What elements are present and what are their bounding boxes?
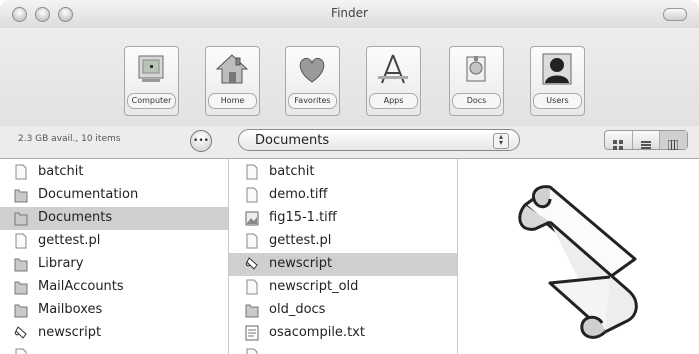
list-item-label: newscript	[38, 325, 102, 340]
preview-column	[458, 159, 699, 354]
document-icon	[14, 348, 28, 354]
list-item-label: fig15-1.tiff	[269, 210, 337, 225]
computer-icon	[138, 55, 164, 82]
document-icon	[14, 164, 28, 180]
list-item[interactable]: gettest.pl	[0, 230, 228, 253]
document-icon	[14, 233, 28, 249]
view-mode-control	[604, 130, 688, 151]
toolbar-home-button[interactable]: Home	[205, 46, 260, 116]
list-item-label: gettest.pl	[38, 233, 101, 248]
list-item-label: newscript_old	[269, 279, 359, 294]
folder-icon	[14, 256, 28, 272]
document-icon	[245, 279, 259, 295]
heart-icon	[299, 57, 325, 83]
path-popup-value: Documents	[255, 133, 330, 148]
list-item-label: Documentation	[38, 187, 139, 202]
window-title: Finder	[331, 6, 368, 20]
folder-icon	[14, 302, 28, 318]
list-item-label: gettest.pl	[269, 233, 332, 248]
list-item-label: MailAccounts	[38, 279, 124, 294]
list-item[interactable]: gettest.pl	[229, 230, 457, 253]
list-item-label: osacompile.txt	[269, 325, 365, 340]
document-icon	[245, 233, 259, 249]
ellipsis-icon: •••	[193, 136, 209, 146]
list-item-label: newscript	[269, 256, 333, 271]
list-item-label: Mailboxes	[38, 302, 103, 317]
document-icon	[245, 187, 259, 203]
apps-icon	[378, 54, 408, 84]
toolbar-users-label: Users	[533, 93, 582, 109]
list-view-button[interactable]	[633, 131, 661, 149]
list-item-label: old_docs	[269, 302, 326, 317]
status-text: 2.3 GB avail., 10 items	[18, 134, 121, 144]
column-view-button[interactable]	[660, 131, 688, 151]
toolbar-users-button[interactable]: Users	[530, 46, 585, 116]
list-item[interactable]: Documents	[0, 207, 228, 230]
browser-column-1[interactable]: batchit Documentation Documents gettest.pl L…	[0, 159, 229, 354]
list-item[interactable]: Documentation	[0, 184, 228, 207]
script-scroll-icon	[518, 185, 638, 339]
list-item[interactable]: fig15-1.tiff	[229, 207, 457, 230]
list-item[interactable]: newscript	[0, 322, 228, 345]
toolbar-docs-button[interactable]: Docs	[449, 46, 504, 116]
finder-window: Finder Computer Home Favorites Apps Docs…	[0, 0, 699, 354]
toolbar-docs-label: Docs	[452, 93, 501, 109]
list-item-label: Documents	[38, 210, 113, 225]
toolbar-home-label: Home	[208, 93, 257, 109]
title-bar: Finder	[0, 0, 699, 28]
toolbar-favorites-label: Favorites	[288, 93, 337, 109]
folder-icon	[14, 279, 28, 295]
toolbar-favorites-button[interactable]: Favorites	[285, 46, 340, 116]
list-item[interactable]: Library	[0, 253, 228, 276]
list-item[interactable]: newscript_old	[229, 276, 457, 299]
status-bar: 2.3 GB avail., 10 items ••• Documents ▴ ▾	[0, 126, 699, 156]
toolbar-computer-label: Computer	[127, 93, 176, 109]
folder-icon	[14, 210, 28, 226]
popup-arrows-icon: ▴ ▾	[493, 133, 509, 149]
list-item[interactable]: old_docs	[229, 299, 457, 322]
users-icon	[542, 53, 572, 85]
toolbar-apps-button[interactable]: Apps	[366, 46, 421, 116]
list-item[interactable]	[0, 345, 228, 354]
list-item[interactable]: osacompile.txt	[229, 322, 457, 345]
list-item[interactable]: Mailboxes	[0, 299, 228, 322]
list-icon	[640, 135, 651, 149]
action-menu-button[interactable]: •••	[190, 130, 212, 152]
list-item[interactable]: batchit	[0, 161, 228, 184]
list-item[interactable]: MailAccounts	[0, 276, 228, 299]
columns-icon	[667, 135, 679, 151]
folder-icon	[245, 302, 259, 318]
path-popup[interactable]: Documents ▴ ▾	[238, 129, 520, 151]
document-icon	[245, 348, 259, 354]
column-browser: batchit Documentation Documents gettest.pl L…	[0, 158, 699, 354]
list-item[interactable]: demo.tiff	[229, 184, 457, 207]
list-item-label: batchit	[38, 164, 84, 179]
grid-icon	[613, 135, 623, 150]
toolbar-toggle-button[interactable]	[663, 8, 687, 21]
script-icon	[14, 325, 28, 341]
list-item-label: batchit	[269, 164, 315, 179]
toolbar-apps-label: Apps	[369, 93, 418, 109]
list-item-label: demo.tiff	[269, 187, 328, 202]
docs-icon	[466, 56, 486, 82]
image-file-icon	[245, 210, 259, 226]
script-icon	[245, 256, 259, 272]
home-icon	[215, 54, 249, 84]
list-item[interactable]: batchit	[229, 161, 457, 184]
list-item-label: Library	[38, 256, 84, 271]
document-icon	[245, 164, 259, 180]
toolbar-computer-button[interactable]: Computer	[124, 46, 179, 116]
browser-column-2[interactable]: batchit demo.tiff fig15-1.tiff gettest.pl ne…	[229, 159, 458, 354]
list-item[interactable]	[229, 345, 457, 354]
toolbar: Computer Home Favorites Apps Docs Users	[0, 28, 699, 126]
icon-view-button[interactable]	[605, 131, 633, 150]
folder-icon	[14, 187, 28, 203]
list-item[interactable]: newscript	[229, 253, 457, 276]
text-file-icon	[245, 325, 259, 341]
